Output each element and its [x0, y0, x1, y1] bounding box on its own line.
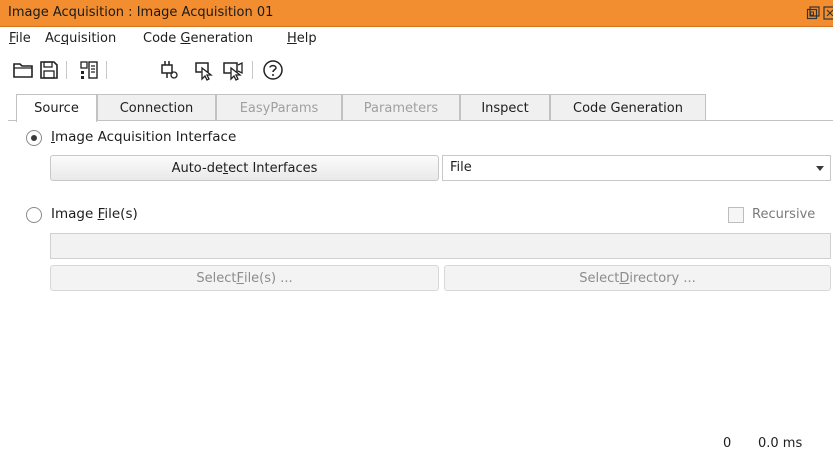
select-directory-label-mnemonic: D — [619, 270, 630, 286]
save-icon[interactable] — [38, 59, 60, 81]
toolbar — [0, 51, 833, 87]
menu-code-generation[interactable]: Code Generation — [143, 31, 253, 46]
autodetect-label-post: ect Interfaces — [228, 160, 318, 176]
tab-parameters: Parameters — [342, 94, 460, 121]
select-files-label-post: ile(s) ... — [243, 270, 293, 286]
image-files-label-pre: Image — [51, 206, 98, 222]
status-time: 0.0 ms — [758, 436, 803, 451]
title-bar: Image Acquisition : Image Acquisition 01 — [0, 0, 833, 27]
image-files-radio[interactable] — [26, 207, 42, 223]
toolbar-separator — [252, 61, 253, 79]
connect-plug-icon[interactable] — [158, 59, 180, 81]
folder-open-icon[interactable] — [12, 59, 34, 81]
toolbar-separator — [106, 61, 107, 79]
grab-live-icon[interactable] — [222, 59, 244, 81]
select-directory-button[interactable]: Select Directory ... — [444, 265, 831, 291]
menu-acquisition[interactable]: Acquisition — [45, 31, 116, 46]
image-files-radio-label: Image File(s) — [51, 206, 138, 222]
interface-radio-label: Image Acquisition Interface — [51, 129, 237, 145]
menu-file[interactable]: File — [9, 31, 31, 46]
tab-easyparams: EasyParams — [216, 94, 342, 121]
chevron-down-icon — [816, 166, 824, 171]
interface-select-value: File — [450, 160, 472, 175]
help-icon[interactable] — [262, 59, 284, 81]
tab-code-generation[interactable]: Code Generation — [550, 94, 706, 121]
recursive-checkbox[interactable] — [728, 207, 744, 223]
recursive-label: Recursive — [752, 207, 816, 222]
menu-bar: File Acquisition Code Generation Help — [0, 27, 833, 49]
menu-help-mnemonic: H — [287, 31, 297, 46]
interface-radio[interactable] — [26, 130, 42, 146]
file-path-field[interactable] — [50, 233, 831, 259]
select-directory-label-pre: Select — [579, 270, 620, 286]
restore-window-icon[interactable] — [806, 6, 820, 20]
menu-file-mnemonic: F — [9, 31, 16, 46]
menu-help[interactable]: Help — [287, 31, 317, 46]
tab-inspect[interactable]: Inspect — [460, 94, 550, 121]
close-window-icon[interactable] — [823, 6, 833, 20]
autodetect-label-pre: Auto-de — [171, 160, 223, 176]
source-panel: Image Acquisition Interface Auto-de t ect … — [8, 120, 833, 428]
interface-select[interactable]: File — [442, 155, 831, 181]
select-files-label-pre: Select — [196, 270, 237, 286]
autodetect-interfaces-button[interactable]: Auto-de t ect Interfaces — [50, 155, 439, 181]
tab-connection[interactable]: Connection — [97, 94, 216, 121]
tab-bar: Source Connection EasyParams Parameters … — [16, 94, 706, 122]
select-directory-label-post: irectory ... — [629, 270, 696, 286]
select-files-button[interactable]: Select File(s) ... — [50, 265, 439, 291]
toolbar-separator — [66, 61, 67, 79]
document-layout-icon[interactable] — [78, 59, 100, 81]
image-files-label-post: ile(s) — [104, 206, 138, 222]
status-count: 0 — [723, 436, 732, 451]
menu-acquisition-mnemonic: q — [60, 31, 70, 46]
tab-source[interactable]: Source — [16, 94, 97, 122]
menu-code-generation-mnemonic: G — [180, 31, 191, 46]
grab-single-icon[interactable] — [194, 59, 216, 81]
window-title: Image Acquisition : Image Acquisition 01 — [8, 5, 274, 20]
radio-selected-dot — [31, 135, 37, 141]
status-bar: 0 0.0 ms — [0, 428, 833, 456]
select-files-label-mnemonic: F — [236, 270, 244, 286]
interface-radio-mnemonic: I — [51, 129, 55, 145]
